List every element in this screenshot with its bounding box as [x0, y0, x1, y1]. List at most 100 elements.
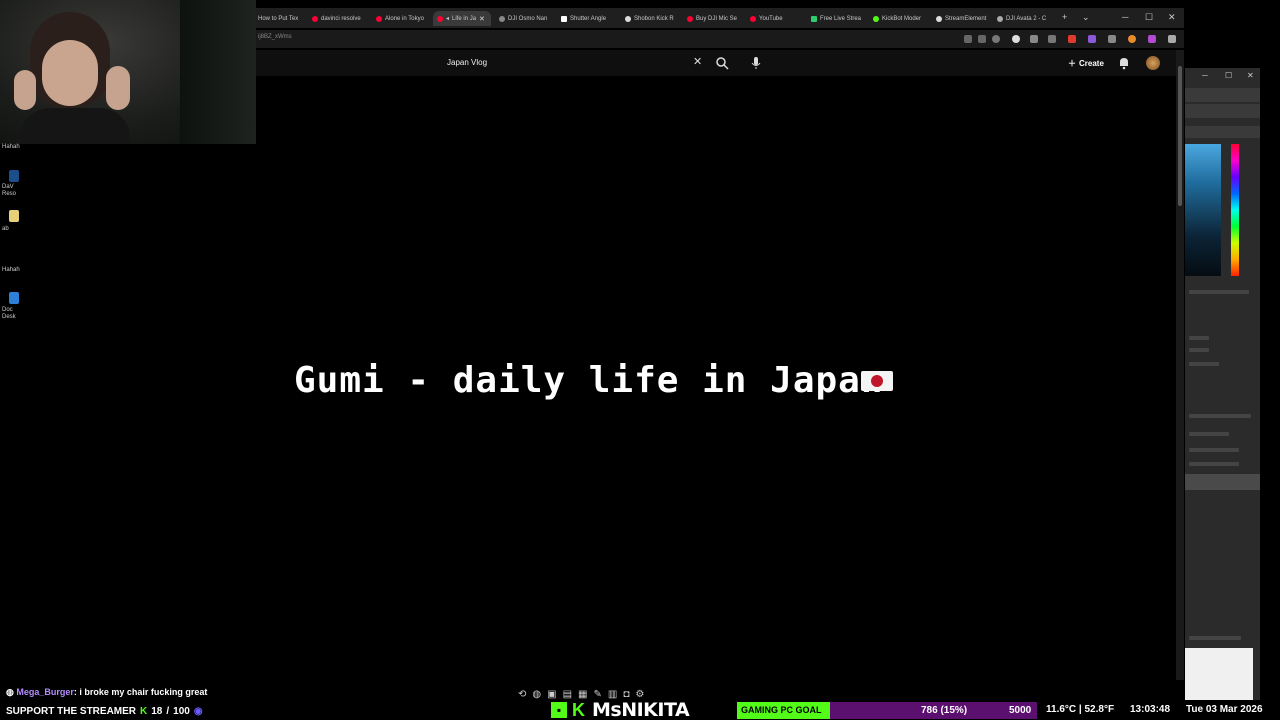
goal-label: GAMING PC GOAL: [741, 705, 822, 715]
url-field[interactable]: ij8BZ_xWms: [258, 34, 292, 40]
layers-footer: [1189, 636, 1241, 640]
chat-message: ◍ Mega_Burger: i broke my chair fucking …: [6, 687, 207, 698]
notifications-bell-icon[interactable]: [1118, 56, 1130, 70]
youtube-icon: [376, 15, 382, 22]
minimize-icon[interactable]: ─: [1202, 71, 1208, 80]
video-player[interactable]: Gumi - daily life in Japan: [256, 76, 1184, 680]
clear-search-icon[interactable]: ✕: [693, 55, 702, 68]
extension-icon[interactable]: [1108, 35, 1116, 43]
camera-icon[interactable]: ▣: [547, 689, 556, 701]
extension-icon[interactable]: [1012, 35, 1020, 43]
webcam-person-hand: [106, 66, 130, 110]
discord-icon: ◉: [193, 706, 203, 717]
extension-icon[interactable]: [1048, 35, 1056, 43]
tab-active[interactable]: ◂ Life in Ja ✕: [433, 11, 491, 26]
maximize-icon[interactable]: ☐: [1225, 71, 1232, 80]
clock: 13:03:48: [1130, 704, 1171, 715]
webcam-person-face: [42, 40, 98, 106]
tab[interactable]: Free Live Strea: [811, 11, 865, 26]
tab[interactable]: How to Put Tex: [258, 11, 310, 26]
tab-list-button[interactable]: ⌄: [1082, 12, 1090, 23]
audio-icon[interactable]: ◍: [532, 689, 541, 701]
avatar[interactable]: [1146, 56, 1160, 70]
extension-icon[interactable]: [978, 35, 986, 43]
webcam-person-hand: [14, 70, 36, 110]
extension-icon[interactable]: [1068, 35, 1076, 43]
photoshop-panel: ─ ☐ ✕: [1185, 68, 1260, 700]
web-icon: [561, 15, 567, 22]
panel-row: [1189, 348, 1209, 352]
kick-logo: K: [572, 700, 585, 720]
tab[interactable]: KickBot Moder: [873, 11, 927, 26]
youtube-icon: [750, 15, 756, 22]
desktop-icon-label[interactable]: Reso: [2, 191, 16, 198]
docker-desktop-icon[interactable]: [9, 292, 19, 304]
youtube-icon: [312, 15, 318, 22]
desktop-icon-label[interactable]: Desk: [2, 314, 16, 321]
chat-username: Mega_Burger: [16, 687, 74, 697]
create-button[interactable]: ＋ Create: [1068, 56, 1104, 70]
streamelements-icon: [936, 15, 942, 22]
search-input[interactable]: Japan Vlog: [439, 55, 679, 71]
file-icon[interactable]: [9, 210, 19, 222]
color-picker-field[interactable]: [1185, 144, 1221, 276]
tab-label: Free Live Strea: [820, 15, 862, 22]
goal-target-value: 5000: [1009, 705, 1032, 716]
plus-icon: ＋: [1068, 58, 1076, 68]
chat-text: : i broke my chair fucking great: [73, 687, 208, 697]
extension-icon[interactable]: [1128, 35, 1136, 43]
tab[interactable]: DJI Osmo Nan: [499, 11, 555, 26]
layer-row[interactable]: [1185, 474, 1260, 490]
maximize-button[interactable]: ☐: [1145, 12, 1153, 23]
tab[interactable]: Shutter Angle: [561, 11, 617, 26]
desktop-icon-label[interactable]: Hahah: [2, 144, 20, 151]
desktop-icon-label[interactable]: Doc: [2, 307, 13, 314]
desktop-icon-label[interactable]: Hahah: [2, 267, 20, 274]
extension-icon[interactable]: [1030, 35, 1038, 43]
tab-label: Buy DJI Mic Se: [696, 15, 738, 22]
search-icon[interactable]: [715, 56, 729, 70]
tab[interactable]: YouTube: [750, 11, 802, 26]
panel-row: [1189, 290, 1249, 294]
youtube-header: Japan Vlog ✕ ＋ Create: [256, 50, 1184, 76]
tab-label: How to Put Tex: [258, 15, 299, 22]
desktop-icon-label[interactable]: ab: [2, 226, 9, 233]
patterns-tab[interactable]: [1185, 126, 1260, 138]
video-title-overlay: Gumi - daily life in Japan: [294, 360, 884, 401]
close-window-button[interactable]: ✕: [1168, 12, 1176, 23]
tab[interactable]: Alone in Tokyo: [376, 11, 432, 26]
star-icon[interactable]: [992, 35, 1000, 43]
tab[interactable]: Shobon Kick R: [625, 11, 679, 26]
tab[interactable]: DJI Avata 2 - C: [997, 11, 1051, 26]
tab[interactable]: davinci resolve: [312, 11, 368, 26]
desktop-icon-label[interactable]: DaV: [2, 184, 14, 191]
kickbot-icon: [873, 15, 879, 22]
close-tab-icon[interactable]: ✕: [479, 15, 485, 23]
web-icon: [499, 15, 505, 22]
webcam-person-body: [20, 108, 130, 144]
menu-icon[interactable]: [1168, 35, 1176, 43]
clip-icon[interactable]: ▤: [563, 689, 572, 701]
tab[interactable]: StreamElement: [936, 11, 992, 26]
support-separator: /: [166, 706, 170, 717]
extension-icon[interactable]: [1148, 35, 1156, 43]
desktop-icons: Hahah DaV Reso ab Hahah Doc Desk: [0, 144, 28, 344]
davinci-resolve-icon[interactable]: [9, 170, 19, 182]
chat-badge-icon: ◍: [6, 687, 14, 697]
close-icon[interactable]: ✕: [1247, 71, 1254, 80]
support-label: SUPPORT THE STREAMER: [6, 706, 137, 717]
minimize-button[interactable]: ─: [1122, 12, 1128, 22]
date: Tue 03 Mar 2026: [1186, 704, 1263, 715]
streamer-name: MsNIKITA: [592, 699, 690, 720]
tab[interactable]: Buy DJI Mic Se: [687, 11, 743, 26]
kick-icon: K: [140, 706, 148, 717]
panel-row: [1189, 414, 1251, 418]
new-tab-button[interactable]: +: [1062, 12, 1067, 22]
extension-icon[interactable]: [964, 35, 972, 43]
page-scrollbar[interactable]: [1176, 50, 1184, 680]
microphone-icon[interactable]: [750, 56, 762, 70]
extension-icon[interactable]: [1088, 35, 1096, 43]
loop-icon[interactable]: ⟲: [518, 689, 526, 701]
scrollbar-thumb[interactable]: [1178, 66, 1182, 206]
hue-slider[interactable]: [1231, 144, 1239, 276]
